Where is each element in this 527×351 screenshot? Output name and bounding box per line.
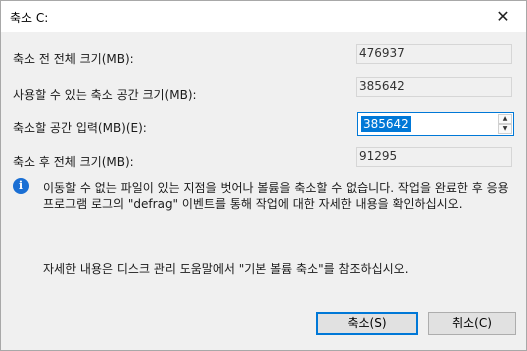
dialog-content: 축소 전 전체 크기(MB): 476937 사용할 수 있는 축소 공간 크기…: [1, 32, 526, 350]
spin-down-button[interactable]: ▼: [498, 124, 512, 134]
close-icon: ✕: [496, 7, 510, 26]
spinner-buttons: ▲ ▼: [498, 114, 512, 134]
total-after-value: 91295: [356, 147, 512, 167]
chevron-down-icon: ▼: [502, 125, 508, 132]
chevron-up-icon: ▲: [502, 115, 508, 122]
title-bar: 축소 C: ✕: [1, 1, 526, 32]
window-title: 축소 C:: [10, 11, 49, 25]
shrink-amount-spinner[interactable]: 385642 ▲ ▼: [357, 112, 514, 136]
help-message: 자세한 내용은 디스크 관리 도움말에서 "기본 볼륨 축소"를 참조하십시오.: [43, 262, 409, 276]
info-icon: i: [13, 178, 29, 194]
info-message: 이동할 수 없는 파일이 있는 지점을 벗어나 볼륨을 축소할 수 없습니다. …: [43, 181, 509, 211]
spin-up-button[interactable]: ▲: [498, 114, 512, 124]
total-before-label: 축소 전 전체 크기(MB):: [13, 52, 134, 66]
available-space-value: 385642: [356, 77, 512, 97]
shrink-amount-input[interactable]: 385642: [361, 116, 411, 132]
cancel-button[interactable]: 취소(C): [428, 312, 516, 335]
total-after-label: 축소 후 전체 크기(MB):: [13, 155, 134, 169]
shrink-dialog: 축소 C: ✕ 축소 전 전체 크기(MB): 476937 사용할 수 있는 …: [0, 0, 527, 351]
available-space-label: 사용할 수 있는 축소 공간 크기(MB):: [13, 88, 197, 102]
shrink-amount-label: 축소할 공간 입력(MB)(E):: [13, 121, 147, 135]
close-button[interactable]: ✕: [480, 1, 526, 32]
total-before-value: 476937: [356, 44, 512, 64]
shrink-button[interactable]: 축소(S): [316, 312, 418, 335]
